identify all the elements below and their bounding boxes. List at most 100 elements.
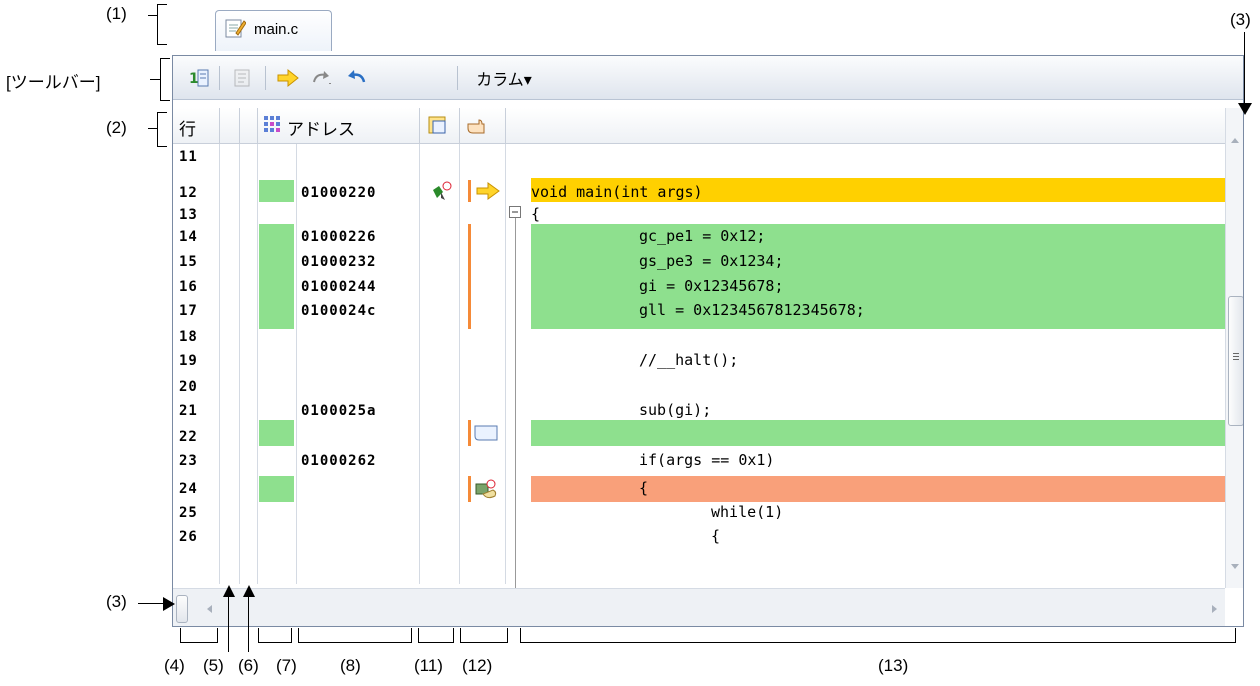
address-value: 01000244	[301, 279, 377, 295]
source-code-line: {	[711, 527, 721, 545]
callout-bracket	[258, 628, 259, 642]
forward-button[interactable]	[309, 66, 335, 90]
source-code-line: while(1)	[711, 503, 784, 521]
line-number: 11	[179, 149, 198, 165]
callout-toolbar: [ツールバー]	[6, 73, 101, 92]
callout-12: (12)	[462, 656, 493, 675]
vertical-scroll-thumb[interactable]	[1228, 296, 1243, 426]
address-value: 0100024c	[301, 303, 377, 319]
callout-3-top: (3)	[1230, 10, 1251, 29]
callout-bracket	[180, 642, 218, 643]
callout-bracket	[298, 642, 412, 643]
line-number: 22	[179, 429, 198, 445]
callout-bracket	[160, 58, 161, 100]
source-row[interactable]: 18	[173, 328, 1225, 346]
source-row[interactable]: 11	[173, 148, 1225, 166]
line-number: 19	[179, 353, 198, 369]
source-row[interactable]: 17 0100024c gll = 0x1234567812345678;	[173, 301, 1225, 320]
horizontal-scrollbar[interactable]	[173, 588, 1225, 626]
disasm-button[interactable]	[231, 66, 255, 90]
source-row[interactable]: 19 //__halt();	[173, 351, 1225, 370]
source-row[interactable]: 15 01000232 gs_pe3 = 0x1234;	[173, 252, 1225, 271]
source-row[interactable]: 12 01000220 void main(int args)	[173, 183, 1225, 202]
source-row[interactable]: 14 01000226 gc_pe1 = 0x12;	[173, 227, 1225, 246]
callout-bracket	[460, 642, 508, 643]
callout-3-left: (3)	[106, 592, 127, 611]
column-header: 行 アドレス	[173, 108, 1225, 144]
source-code-line: {	[531, 205, 541, 223]
code-address-icon: 1	[189, 69, 209, 87]
address-value: 01000262	[301, 453, 377, 469]
horizontal-scroll-thumb[interactable]	[176, 595, 188, 623]
source-row[interactable]: 16 01000244 gi = 0x12345678;	[173, 277, 1225, 296]
source-code-line: if(args == 0x1)	[639, 451, 775, 469]
callout-2: (2)	[106, 118, 127, 137]
callout-13: (13)	[878, 656, 909, 675]
callout-bracket	[520, 642, 1236, 643]
line-number: 16	[179, 279, 198, 295]
line-number: 14	[179, 229, 198, 245]
callout-arrow-right	[163, 597, 175, 611]
callout-bracket	[411, 628, 412, 642]
tab-main-c[interactable]: main.c	[215, 10, 332, 51]
callout-arrow-line	[228, 596, 229, 652]
callout-bracket	[157, 4, 167, 5]
callout-bracket	[157, 112, 167, 113]
toolbar: 1 カラム▾	[173, 56, 1243, 100]
line-number: 24	[179, 481, 198, 497]
source-row[interactable]: 25 while(1)	[173, 503, 1225, 522]
callout-bracket	[418, 642, 454, 643]
callout-arrow-up	[243, 585, 255, 597]
show-current-pc-button[interactable]	[275, 66, 301, 90]
source-row[interactable]: 20	[173, 378, 1225, 396]
address-value: 01000226	[301, 229, 377, 245]
header-blank-2	[239, 108, 258, 143]
undo-icon	[348, 70, 366, 83]
source-row[interactable]: 24 {	[173, 479, 1225, 498]
column-menu-button[interactable]: カラム▾	[469, 66, 539, 90]
line-number: 15	[179, 254, 198, 270]
line-number: 23	[179, 453, 198, 469]
source-row[interactable]: 13 {	[173, 205, 1225, 224]
source-row[interactable]: 21 0100025a sub(gi);	[173, 401, 1225, 420]
header-line-label: 行	[179, 120, 196, 139]
scroll-down-icon[interactable]	[1230, 563, 1240, 571]
line-number: 13	[179, 207, 198, 223]
redo-icon	[313, 71, 331, 84]
source-row[interactable]: 26 {	[173, 527, 1225, 546]
header-address-label: アドレス	[287, 120, 355, 139]
show-code-button[interactable]: 1	[187, 66, 211, 90]
source-rows[interactable]: 11 12 01000220 void main(int args) 13 {14 0100…	[173, 144, 1225, 588]
callout-bracket	[150, 79, 160, 80]
callout-bracket	[520, 628, 521, 642]
address-value: 01000220	[301, 185, 377, 201]
source-code-line: //__halt();	[639, 351, 739, 369]
callout-8: (8)	[340, 656, 361, 675]
callout-1: (1)	[106, 4, 127, 23]
event-column-icon	[428, 116, 446, 134]
callout-6: (6)	[238, 656, 259, 675]
grid-icon	[264, 116, 280, 132]
disassemble-icon	[234, 69, 250, 87]
source-code-line: gc_pe1 = 0x12;	[639, 227, 766, 245]
source-code-line: gi = 0x12345678;	[639, 277, 784, 295]
scroll-right-icon[interactable]	[1211, 604, 1219, 614]
callout-arrow-down	[1238, 103, 1252, 115]
callout-bracket	[160, 100, 170, 101]
callout-arrow-up	[223, 585, 235, 597]
header-main-area[interactable]	[459, 108, 506, 143]
callout-bracket	[180, 628, 181, 642]
vertical-scrollbar[interactable]	[1225, 108, 1243, 588]
header-event-column[interactable]	[419, 108, 460, 143]
header-line-number[interactable]: 行	[173, 108, 220, 143]
callout-bracket	[157, 44, 167, 45]
scroll-up-icon[interactable]	[1230, 136, 1240, 144]
header-address[interactable]: アドレス	[257, 108, 420, 143]
scroll-left-icon[interactable]	[205, 604, 213, 614]
source-row[interactable]: 23 01000262 if(args == 0x1)	[173, 451, 1225, 470]
callout-bracket	[298, 628, 299, 642]
back-button[interactable]	[343, 66, 369, 90]
callout-bracket	[160, 58, 170, 59]
line-number: 17	[179, 303, 198, 319]
source-row[interactable]: 22	[173, 428, 1225, 446]
